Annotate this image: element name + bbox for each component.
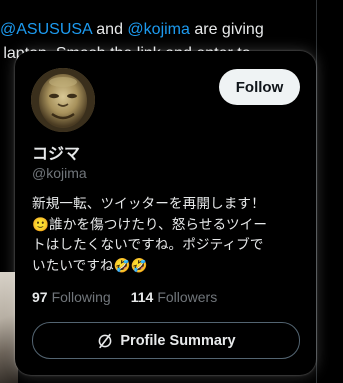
avatar[interactable] xyxy=(31,68,95,132)
background-tweet-line-1: @ASUSUSA and @kojima are giving xyxy=(0,18,316,42)
bio-line: いたいですね🤣🤣 xyxy=(32,257,148,274)
background-tweet-and: and xyxy=(91,21,128,38)
following-label: Following xyxy=(51,289,111,305)
bio-line: トはしたくないですね。ポジティブで xyxy=(32,237,264,253)
grok-icon xyxy=(99,333,112,348)
following-stat-link[interactable]: 97 Following xyxy=(32,289,111,305)
followers-stat-link[interactable]: 114 Followers xyxy=(131,289,218,305)
profile-summary-label: Profile Summary xyxy=(120,332,236,349)
following-count: 97 xyxy=(32,289,48,305)
user-handle[interactable]: @kojima xyxy=(32,165,87,181)
followers-count: 114 xyxy=(130,289,154,305)
profile-summary-button[interactable]: Profile Summary xyxy=(32,322,300,359)
followers-label: Followers xyxy=(157,289,218,305)
follow-stats: 97 Following 114 Followers xyxy=(32,289,217,305)
mention-kojima-link[interactable]: @kojima xyxy=(127,21,189,38)
follow-button[interactable]: Follow xyxy=(219,69,300,105)
background-tweet-suffix: are giving xyxy=(189,21,264,38)
bio-line: 新規一転、ツイッターを再開します！ xyxy=(32,196,265,212)
user-bio: 新規一転、ツイッターを再開します！ 🙂誰かを傷つけたり、怒らせるツイー トはした… xyxy=(32,194,304,276)
display-name[interactable]: コジマ xyxy=(32,140,80,164)
profile-photo-icon xyxy=(31,68,95,132)
bio-line: 🙂誰かを傷つけたり、怒らせるツイー xyxy=(32,216,268,233)
mention-asususa-link[interactable]: @ASUSUSA xyxy=(0,21,92,38)
user-hover-card: Follow コジマ @kojima 新規一転、ツイッターを再開します！ 🙂誰か… xyxy=(15,51,316,375)
column-divider xyxy=(316,0,317,383)
